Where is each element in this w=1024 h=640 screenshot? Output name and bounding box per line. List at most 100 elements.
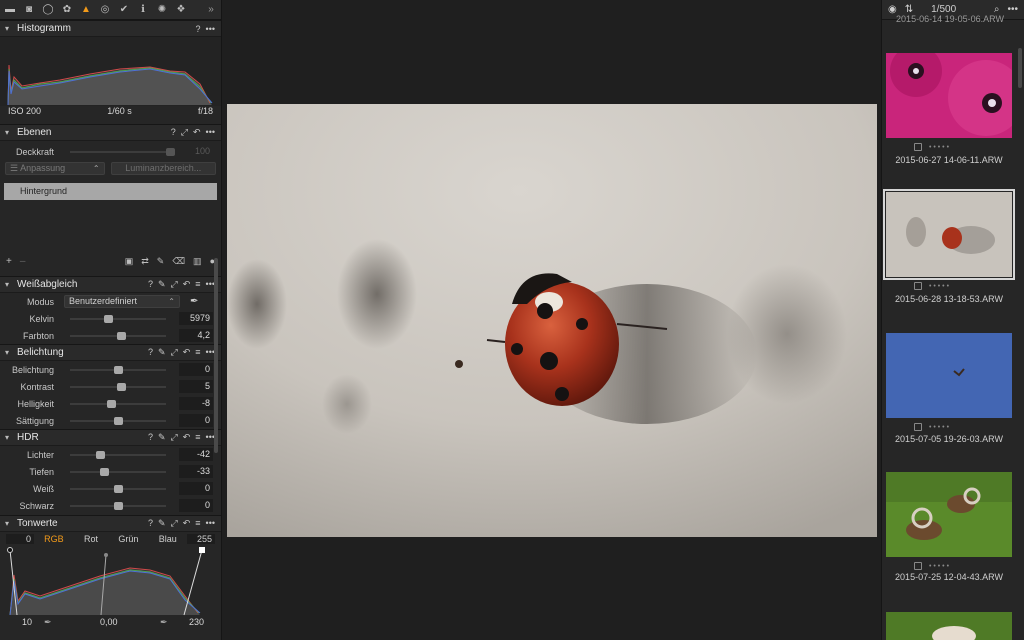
wb-picker-icon[interactable]: ✒ [190, 296, 198, 307]
layer-item-background[interactable]: Hintergrund [4, 183, 217, 200]
rating-dots[interactable]: • • • • • [929, 424, 949, 431]
layers-header[interactable]: ▾ Ebenen ? ⤢ ↶ ••• [0, 124, 221, 141]
reset-icon[interactable]: ↶ [193, 127, 201, 138]
levels-mid-handle[interactable] [104, 553, 108, 557]
levels-midpoint[interactable]: 0,00 [100, 617, 118, 627]
adjustment-dropdown[interactable]: ☰ Anpassung ⌃ [5, 162, 105, 175]
chevron-down-icon[interactable]: ▾ [5, 280, 14, 289]
thumbnail-image[interactable] [886, 53, 1012, 138]
chevron-down-icon[interactable]: ▾ [5, 348, 14, 357]
picker-icon[interactable]: ✎ [158, 279, 166, 290]
picker-icon[interactable]: ✎ [158, 518, 166, 529]
copy-icon[interactable]: ⤢ [171, 518, 178, 529]
hdr-value[interactable]: -33 [179, 465, 213, 478]
library-tab-icon[interactable]: ▬ [4, 4, 16, 16]
black-picker-icon[interactable]: ✒ [44, 617, 52, 628]
exposure-slider-thumb[interactable] [114, 365, 123, 374]
luminance-range-button[interactable]: Luminanzbereich... [110, 162, 216, 175]
hdr-slider-thumb[interactable] [99, 467, 109, 476]
thumbnail-image-selected[interactable] [883, 189, 1015, 280]
channel-tab-rgb[interactable]: RGB [44, 534, 64, 544]
hdr-slider[interactable] [70, 450, 166, 459]
opacity-slider[interactable] [70, 147, 175, 156]
exposure-value[interactable]: 5 [179, 380, 213, 393]
picker-icon[interactable]: ✎ [158, 432, 166, 443]
brush-icon[interactable]: ✎ [157, 256, 165, 267]
eraser-icon[interactable]: ⌫ [172, 256, 185, 267]
levels-output-low[interactable]: 10 [22, 617, 32, 627]
list-icon[interactable]: ≡ [195, 432, 200, 443]
hdr-header[interactable]: ▾ HDR ? ✎ ⤢ ↶ ≡ ••• [0, 429, 221, 446]
exposure-tab-icon[interactable]: ▲ [80, 4, 92, 16]
hdr-value[interactable]: 0 [179, 482, 213, 495]
metadata-tab-icon[interactable]: ℹ [137, 4, 149, 16]
chevron-down-icon[interactable]: ▾ [5, 128, 14, 137]
chevron-down-icon[interactable]: ▾ [5, 519, 14, 528]
rating-dots[interactable]: • • • • • [929, 283, 949, 290]
list-icon[interactable]: ≡ [195, 518, 200, 529]
channel-tab-blau[interactable]: Blau [159, 534, 177, 544]
hdr-slider[interactable] [70, 484, 166, 493]
white-balance-header[interactable]: ▾ Weißabgleich ? ✎ ⤢ ↶ ≡ ••• [0, 276, 221, 293]
more-icon[interactable]: ••• [206, 127, 215, 138]
exposure-slider[interactable] [70, 382, 166, 391]
thumbnail-image-partial[interactable] [886, 612, 1012, 640]
wb-mode-dropdown[interactable]: Benutzerdefiniert ⌃ [64, 295, 180, 308]
exposure-value[interactable]: -8 [179, 397, 213, 410]
wb-value[interactable]: 4,2 [179, 329, 213, 342]
adjustments-tab-icon[interactable]: ✔ [118, 4, 130, 16]
output-tab-icon[interactable]: ✺ [156, 4, 168, 16]
exposure-slider[interactable] [70, 416, 166, 425]
exposure-value[interactable]: 0 [179, 414, 213, 427]
chevron-down-icon[interactable]: ▾ [5, 24, 14, 33]
white-picker-icon[interactable]: ✒ [160, 617, 168, 628]
tool-panel-scrollbar[interactable] [214, 258, 218, 453]
channel-tab-grün[interactable]: Grün [118, 534, 138, 544]
histogram-header[interactable]: ▾ Histogramm ? ••• [0, 20, 221, 37]
select-checkbox[interactable] [914, 143, 922, 151]
rating-dots[interactable]: • • • • • [929, 144, 949, 151]
remove-layer-icon[interactable]: – [20, 256, 26, 267]
help-icon[interactable]: ? [148, 432, 153, 443]
help-icon[interactable]: ? [148, 518, 153, 529]
channel-tab-rot[interactable]: Rot [84, 534, 98, 544]
opacity-slider-thumb[interactable] [166, 147, 175, 156]
exposure-slider-thumb[interactable] [114, 416, 123, 425]
select-checkbox[interactable] [914, 282, 922, 290]
help-icon[interactable]: ? [148, 279, 153, 290]
more-icon[interactable]: ••• [206, 518, 215, 529]
batch-tab-icon[interactable]: ❖ [175, 4, 187, 16]
wb-slider[interactable] [70, 331, 166, 340]
chevron-down-icon[interactable]: ▾ [5, 433, 14, 442]
color-tab-icon[interactable]: ✿ [61, 4, 73, 16]
hdr-slider-thumb[interactable] [114, 501, 123, 510]
exposure-header[interactable]: ▾ Belichtung ? ✎ ⤢ ↶ ≡ ••• [0, 344, 221, 361]
browser-scrollbar[interactable] [1018, 48, 1022, 88]
list-icon[interactable]: ≡ [195, 279, 200, 290]
transfer-icon[interactable]: ⇄ [141, 256, 149, 267]
wb-slider-thumb[interactable] [104, 314, 114, 323]
exposure-slider[interactable] [70, 399, 166, 408]
levels-white-handle[interactable] [199, 547, 205, 553]
exposure-slider[interactable] [70, 365, 166, 374]
hdr-slider-thumb[interactable] [95, 450, 105, 459]
more-icon[interactable]: ••• [206, 24, 215, 34]
list-icon[interactable]: ≡ [195, 347, 200, 358]
lens-tab-icon[interactable]: ◯ [42, 4, 54, 16]
levels-output-high[interactable]: 230 [189, 617, 204, 627]
copy-icon[interactable]: ⤢ [181, 127, 188, 138]
details-tab-icon[interactable]: ◎ [99, 4, 111, 16]
wb-value[interactable]: 5979 [179, 312, 213, 325]
image-viewer[interactable] [223, 0, 881, 640]
help-icon[interactable]: ? [196, 24, 201, 34]
help-icon[interactable]: ? [171, 127, 176, 138]
hdr-value[interactable]: -42 [179, 448, 213, 461]
wb-slider-thumb[interactable] [116, 331, 126, 340]
gradient-icon[interactable]: ▥ [193, 256, 202, 267]
camera-tab-icon[interactable]: ◙ [23, 4, 35, 16]
hdr-slider-thumb[interactable] [114, 484, 123, 493]
hdr-value[interactable]: 0 [179, 499, 213, 512]
select-checkbox[interactable] [914, 562, 922, 570]
picker-icon[interactable]: ✎ [158, 347, 166, 358]
levels-input-max[interactable]: 255 [187, 534, 215, 544]
